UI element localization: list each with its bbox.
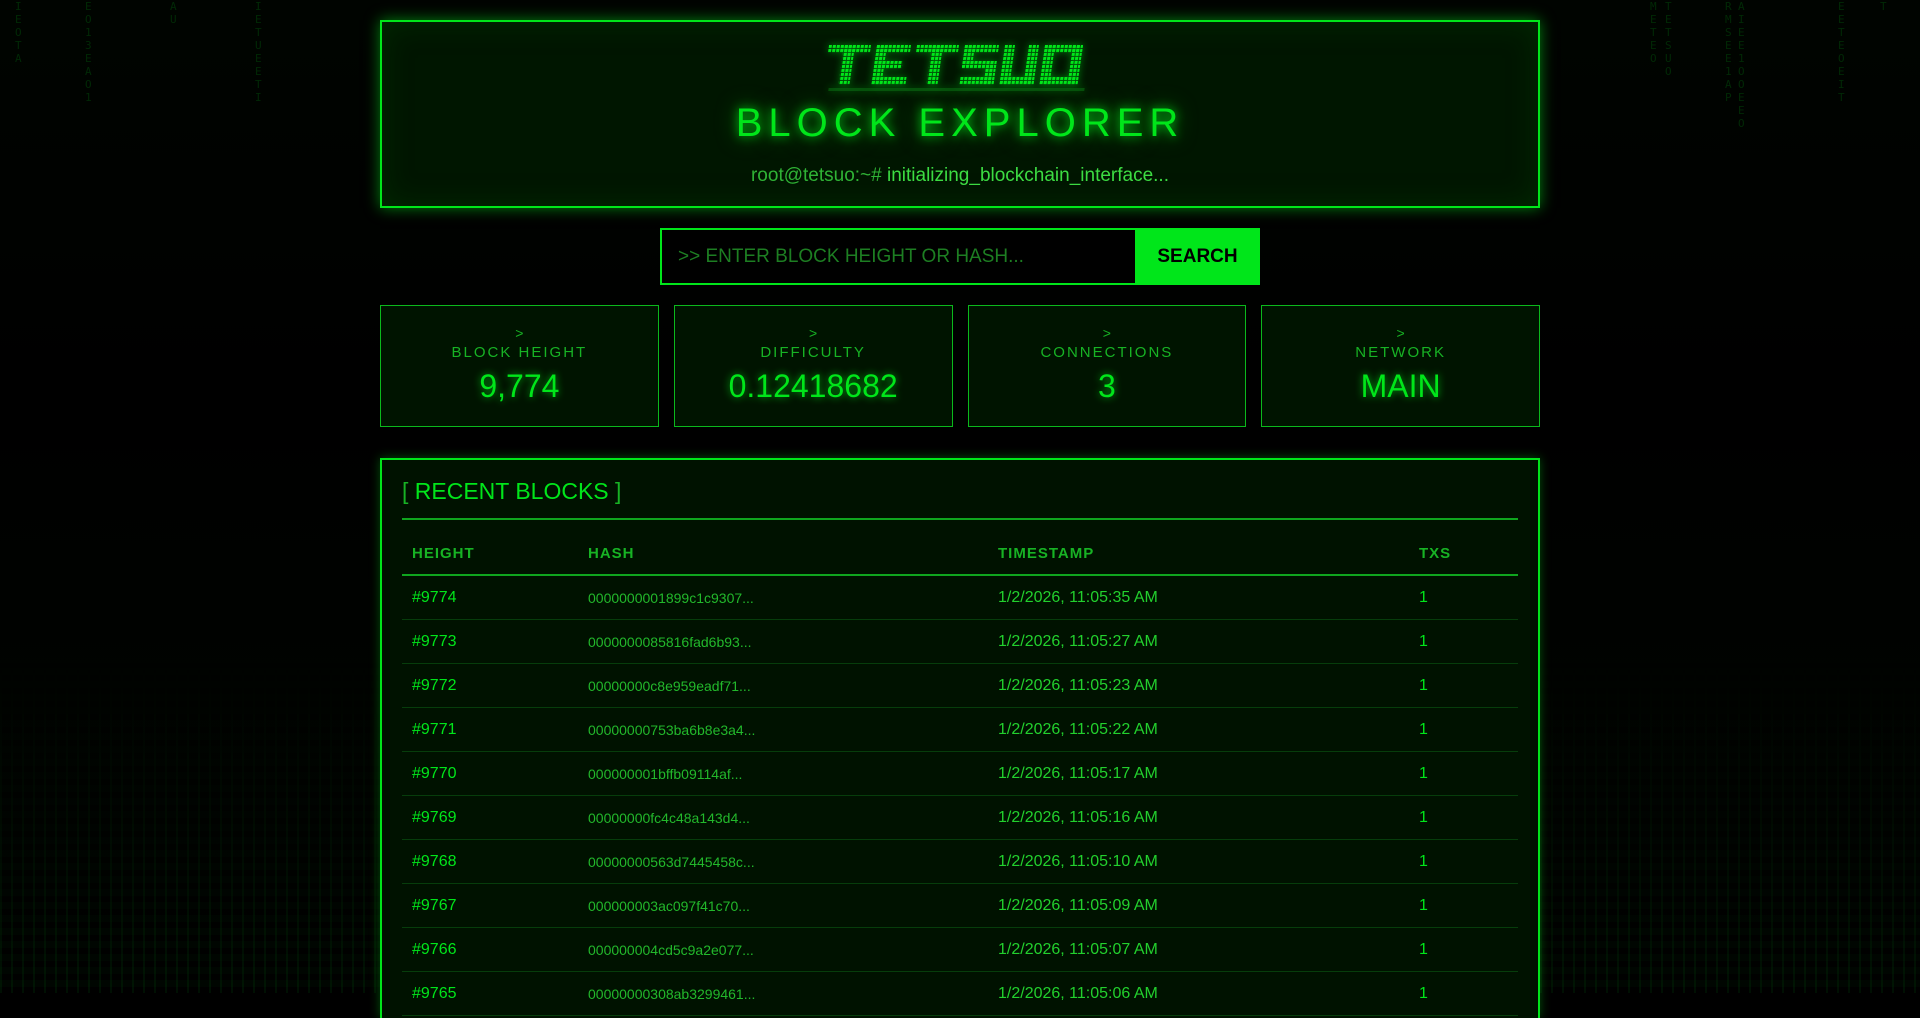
block-height-cell[interactable]: #9768	[402, 840, 578, 884]
block-txs-cell: 1	[1409, 840, 1518, 884]
stat-value: 9,774	[381, 368, 658, 405]
table-row[interactable]: #97730000000085816fad6b93...1/2/2026, 11…	[402, 620, 1518, 664]
search-input[interactable]	[660, 228, 1135, 285]
block-height-cell[interactable]: #9765	[402, 972, 578, 1016]
stat-value: 3	[969, 368, 1246, 405]
block-txs-cell: 1	[1409, 972, 1518, 1016]
terminal-prompt: root@tetsuo:~# initializing_blockchain_i…	[382, 165, 1538, 187]
block-height-cell[interactable]: #9770	[402, 752, 578, 796]
block-timestamp-cell: 1/2/2026, 11:05:06 AM	[988, 972, 1409, 1016]
block-timestamp-cell: 1/2/2026, 11:05:17 AM	[988, 752, 1409, 796]
recent-blocks-panel: [ RECENT BLOCKS ] HEIGHT HASH TIMESTAMP …	[380, 458, 1540, 1018]
block-hash-cell[interactable]: 00000000308ab3299461...	[578, 972, 988, 1016]
stat-label: CONNECTIONS	[969, 344, 1246, 361]
prompt-command: initializing_blockchain_interface...	[887, 165, 1169, 186]
block-height-cell[interactable]: #9774	[402, 575, 578, 620]
block-txs-cell: 1	[1409, 928, 1518, 972]
block-txs-cell: 1	[1409, 664, 1518, 708]
blocks-table-body: #97740000000001899c1c9307...1/2/2026, 11…	[402, 575, 1518, 1016]
stat-card-network: > NETWORK MAIN	[1261, 305, 1540, 427]
stat-label: BLOCK HEIGHT	[381, 344, 658, 361]
block-hash-cell[interactable]: 00000000753ba6b8e3a4...	[578, 708, 988, 752]
block-hash-cell[interactable]: 00000000fc4c48a143d4...	[578, 796, 988, 840]
table-row[interactable]: #976800000000563d7445458c...1/2/2026, 11…	[402, 840, 1518, 884]
main-container: BLOCK EXPLORER root@tetsuo:~# initializi…	[380, 20, 1540, 1018]
block-timestamp-cell: 1/2/2026, 11:05:16 AM	[988, 796, 1409, 840]
search-bar: SEARCH	[660, 228, 1260, 285]
table-row[interactable]: #9770000000001bffb09114af...1/2/2026, 11…	[402, 752, 1518, 796]
table-row[interactable]: #9767000000003ac097f41c70...1/2/2026, 11…	[402, 884, 1518, 928]
block-timestamp-cell: 1/2/2026, 11:05:27 AM	[988, 620, 1409, 664]
table-header-row: HEIGHT HASH TIMESTAMP TXS	[402, 532, 1518, 575]
stat-card-connections: > CONNECTIONS 3	[968, 305, 1247, 427]
prompt-arrow-icon: >	[381, 325, 658, 341]
stat-card-block-height: > BLOCK HEIGHT 9,774	[380, 305, 659, 427]
table-row[interactable]: #9766000000004cd5c9a2e077...1/2/2026, 11…	[402, 928, 1518, 972]
prompt-user: root@tetsuo:~#	[751, 165, 882, 186]
site-header: BLOCK EXPLORER root@tetsuo:~# initializi…	[380, 20, 1540, 208]
block-hash-cell[interactable]: 00000000c8e959eadf71...	[578, 664, 988, 708]
block-txs-cell: 1	[1409, 620, 1518, 664]
block-timestamp-cell: 1/2/2026, 11:05:07 AM	[988, 928, 1409, 972]
prompt-arrow-icon: >	[1262, 325, 1539, 341]
column-header-txs: TXS	[1409, 532, 1518, 575]
search-button[interactable]: SEARCH	[1135, 228, 1260, 285]
recent-blocks-title: [ RECENT BLOCKS ]	[402, 460, 1518, 520]
block-txs-cell: 1	[1409, 752, 1518, 796]
tetsuo-logo	[382, 39, 1538, 93]
column-header-height: HEIGHT	[402, 532, 578, 575]
column-header-timestamp: TIMESTAMP	[988, 532, 1409, 575]
stat-value: MAIN	[1262, 368, 1539, 405]
block-txs-cell: 1	[1409, 708, 1518, 752]
stat-value: 0.12418682	[675, 368, 952, 405]
block-timestamp-cell: 1/2/2026, 11:05:22 AM	[988, 708, 1409, 752]
stat-label: NETWORK	[1262, 344, 1539, 361]
table-row[interactable]: #977100000000753ba6b8e3a4...1/2/2026, 11…	[402, 708, 1518, 752]
block-height-cell[interactable]: #9767	[402, 884, 578, 928]
table-row[interactable]: #976900000000fc4c48a143d4...1/2/2026, 11…	[402, 796, 1518, 840]
block-hash-cell[interactable]: 000000001bffb09114af...	[578, 752, 988, 796]
block-height-cell[interactable]: #9772	[402, 664, 578, 708]
block-hash-cell[interactable]: 0000000085816fad6b93...	[578, 620, 988, 664]
block-hash-cell[interactable]: 0000000001899c1c9307...	[578, 575, 988, 620]
block-hash-cell[interactable]: 000000004cd5c9a2e077...	[578, 928, 988, 972]
table-row[interactable]: #977200000000c8e959eadf71...1/2/2026, 11…	[402, 664, 1518, 708]
table-row[interactable]: #97740000000001899c1c9307...1/2/2026, 11…	[402, 575, 1518, 620]
table-row[interactable]: #976500000000308ab3299461...1/2/2026, 11…	[402, 972, 1518, 1016]
prompt-arrow-icon: >	[969, 325, 1246, 341]
block-txs-cell: 1	[1409, 884, 1518, 928]
stat-label: DIFFICULTY	[675, 344, 952, 361]
block-hash-cell[interactable]: 000000003ac097f41c70...	[578, 884, 988, 928]
prompt-arrow-icon: >	[675, 325, 952, 341]
block-hash-cell[interactable]: 00000000563d7445458c...	[578, 840, 988, 884]
block-timestamp-cell: 1/2/2026, 11:05:10 AM	[988, 840, 1409, 884]
blocks-table: HEIGHT HASH TIMESTAMP TXS #9774000000000…	[402, 532, 1518, 1016]
block-height-cell[interactable]: #9771	[402, 708, 578, 752]
block-timestamp-cell: 1/2/2026, 11:05:23 AM	[988, 664, 1409, 708]
column-header-hash: HASH	[578, 532, 988, 575]
block-height-cell[interactable]: #9766	[402, 928, 578, 972]
page-title: BLOCK EXPLORER	[382, 101, 1538, 146]
block-timestamp-cell: 1/2/2026, 11:05:09 AM	[988, 884, 1409, 928]
block-txs-cell: 1	[1409, 575, 1518, 620]
block-timestamp-cell: 1/2/2026, 11:05:35 AM	[988, 575, 1409, 620]
block-height-cell[interactable]: #9773	[402, 620, 578, 664]
stats-row: > BLOCK HEIGHT 9,774 > DIFFICULTY 0.1241…	[380, 305, 1540, 427]
block-txs-cell: 1	[1409, 796, 1518, 840]
block-height-cell[interactable]: #9769	[402, 796, 578, 840]
stat-card-difficulty: > DIFFICULTY 0.12418682	[674, 305, 953, 427]
